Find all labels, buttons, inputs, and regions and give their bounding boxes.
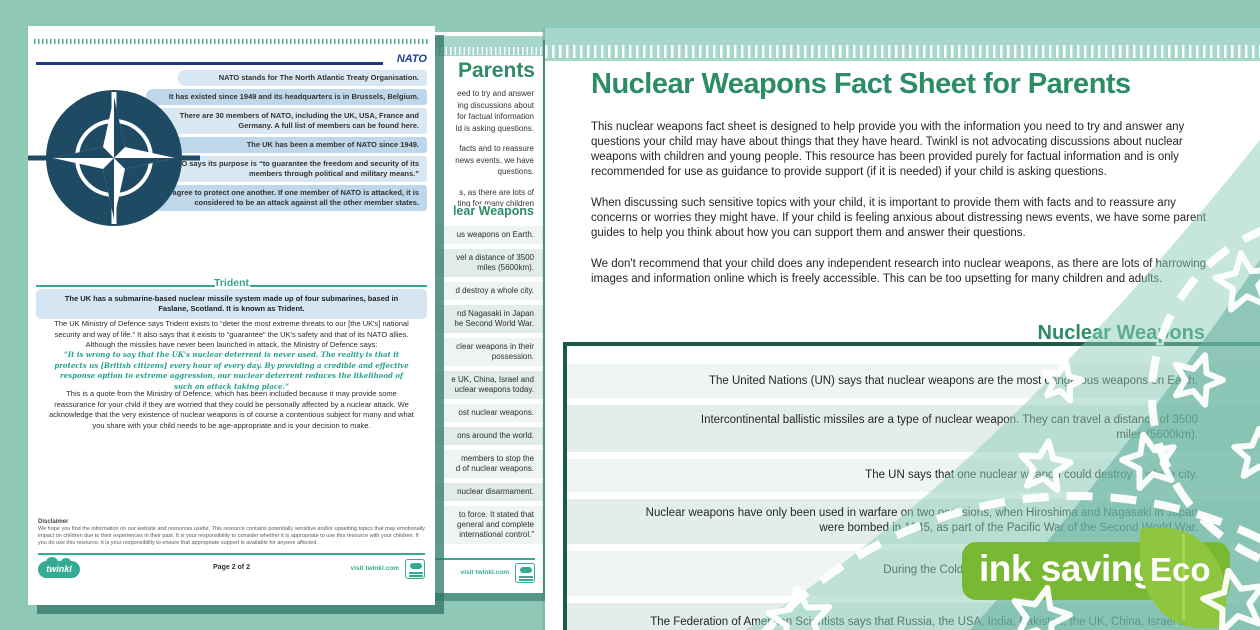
- trident-paragraph-1: The UK Ministry of Defence says Trident …: [48, 319, 415, 351]
- nuclear-weapons-fact-row: The Federation of American Scientists sa…: [567, 603, 1260, 630]
- nuclear-weapons-fact-row: Intercontinental ballistic missiles are …: [567, 405, 1260, 452]
- page-title: Nuclear Weapons Fact Sheet for Parents: [591, 68, 1131, 101]
- zoomed-page-panel: Nuclear Weapons Fact Sheet for Parents T…: [545, 28, 1260, 630]
- trident-highlight-band: The UK has a submarine-based nuclear mis…: [36, 289, 427, 319]
- intro-paragraph-3: We don't recommend that your child does …: [591, 257, 1211, 287]
- nuclear-weapons-section-label: Nuclear Weapons: [1038, 322, 1205, 345]
- fact-line: were bombed in 1945, as part of the Paci…: [591, 521, 1198, 536]
- fact-line: The UN says that one nuclear weapon coul…: [591, 459, 1198, 492]
- page-title-fragment: Parents: [458, 59, 535, 83]
- fact-sheet-page-2[interactable]: NATO NATO stands for The North Atlantic …: [28, 26, 435, 605]
- ink-saving-label: ink saving: [979, 548, 1155, 590]
- fact-line: miles (5600km).: [591, 428, 1198, 443]
- nato-section-rule: NATO: [36, 57, 427, 69]
- fact-line: NATO stands for The North Atlantic Treat…: [186, 73, 419, 83]
- intro-paragraph-2: When discussing such sensitive topics wi…: [591, 196, 1211, 241]
- visit-link: visit twinkl.com: [351, 565, 399, 572]
- fact-line: The United Nations (UN) says that nuclea…: [591, 364, 1198, 398]
- trident-paragraph-2: This is a quote from the Ministry of Def…: [48, 389, 415, 431]
- twinkl-quality-badge-icon: [405, 559, 425, 579]
- star-outline-icon: [1216, 253, 1260, 309]
- twinkl-quality-badge-icon: [515, 563, 535, 583]
- ministry-of-defence-quote: “It is wrong to say that the UK's nuclea…: [54, 350, 409, 392]
- disclaimer: Disclaimer We hope you find the informat…: [38, 519, 425, 547]
- ink-saving-badge: ink saving Eco: [962, 542, 1230, 600]
- resource-preview-stage: Parents eed to try and answering discuss…: [0, 0, 1260, 630]
- disclaimer-title: Disclaimer: [38, 519, 425, 525]
- intro-paragraph-1: This nuclear weapons fact sheet is desig…: [591, 120, 1211, 180]
- eco-label: Eco: [1150, 551, 1211, 589]
- footer-divider: [38, 553, 425, 555]
- page-header-band: [545, 28, 1260, 61]
- disclaimer-text: We hope you find the information on our …: [38, 526, 425, 547]
- trident-section-label: Trident: [36, 277, 427, 289]
- nato-compass-logo-icon: [28, 72, 200, 244]
- fact-line: The Federation of American Scientists sa…: [591, 615, 1198, 630]
- nuclear-weapons-fact-row: The UN says that one nuclear weapon coul…: [567, 459, 1260, 492]
- nato-fact-row: NATO stands for The North Atlantic Treat…: [178, 70, 427, 86]
- section-header-fragment: lear Weapons: [453, 204, 534, 218]
- stripe-pattern: [545, 45, 1260, 58]
- visit-link: visit twinkl.com: [461, 569, 509, 576]
- fact-line: Intercontinental ballistic missiles are …: [591, 413, 1198, 428]
- divider: [36, 62, 383, 65]
- page-footer: twinkl Page 2 of 2 visit twinkl.com: [38, 559, 425, 583]
- twinkl-logo-text: twinkl: [46, 564, 72, 574]
- nato-section-label: NATO: [397, 53, 427, 65]
- dotted-border: [34, 39, 429, 44]
- fact-line: Nuclear weapons have only been used in w…: [591, 506, 1198, 521]
- nuclear-weapons-fact-row: The United Nations (UN) says that nuclea…: [567, 364, 1260, 398]
